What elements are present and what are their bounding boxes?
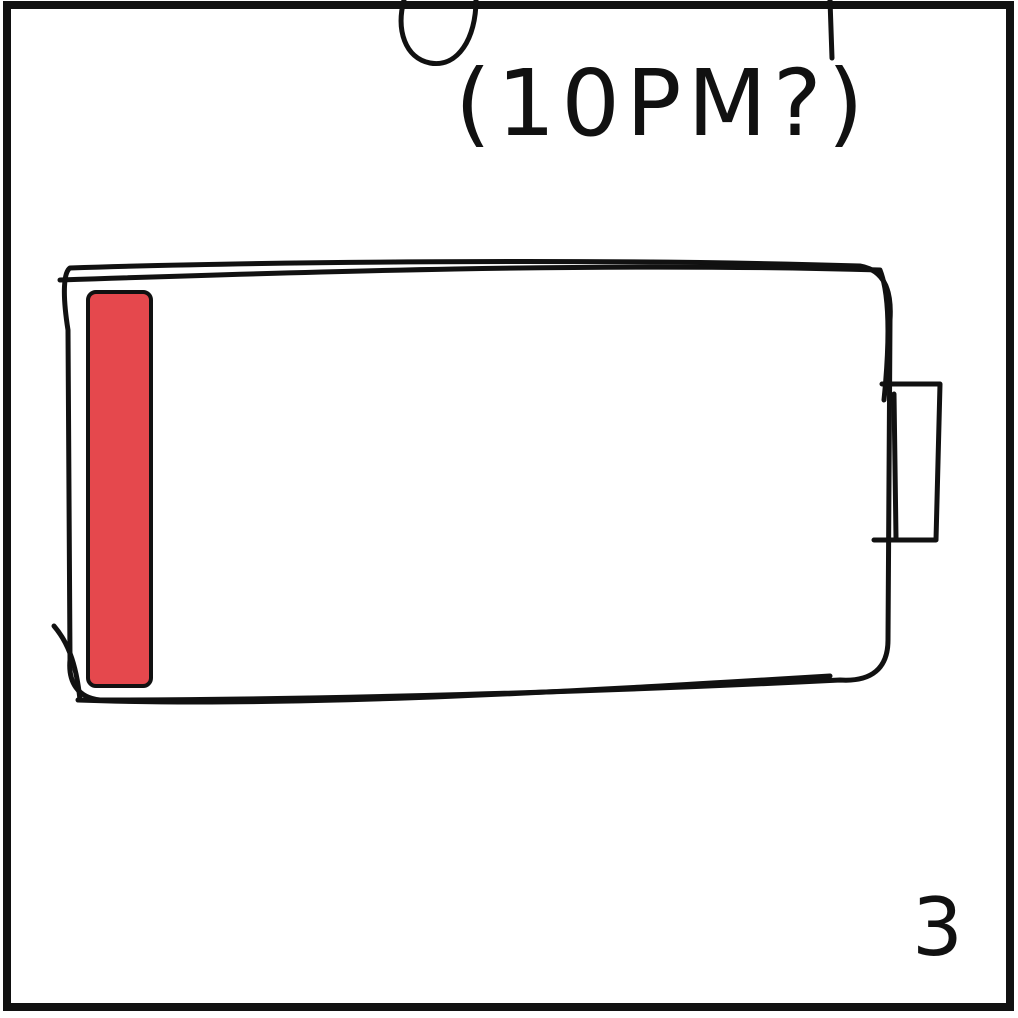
battery-low-icon	[51, 259, 943, 705]
battery-body-sketch	[57, 264, 891, 403]
battery-body	[61, 259, 893, 703]
battery-terminal	[871, 381, 943, 543]
panel-number: 3	[912, 881, 963, 974]
battery-charge-fill	[86, 290, 153, 688]
comic-panel: (10PM?) 3	[0, 0, 1018, 1018]
battery-terminal-edge	[891, 391, 899, 541]
time-note: (10PM?)	[455, 50, 870, 157]
